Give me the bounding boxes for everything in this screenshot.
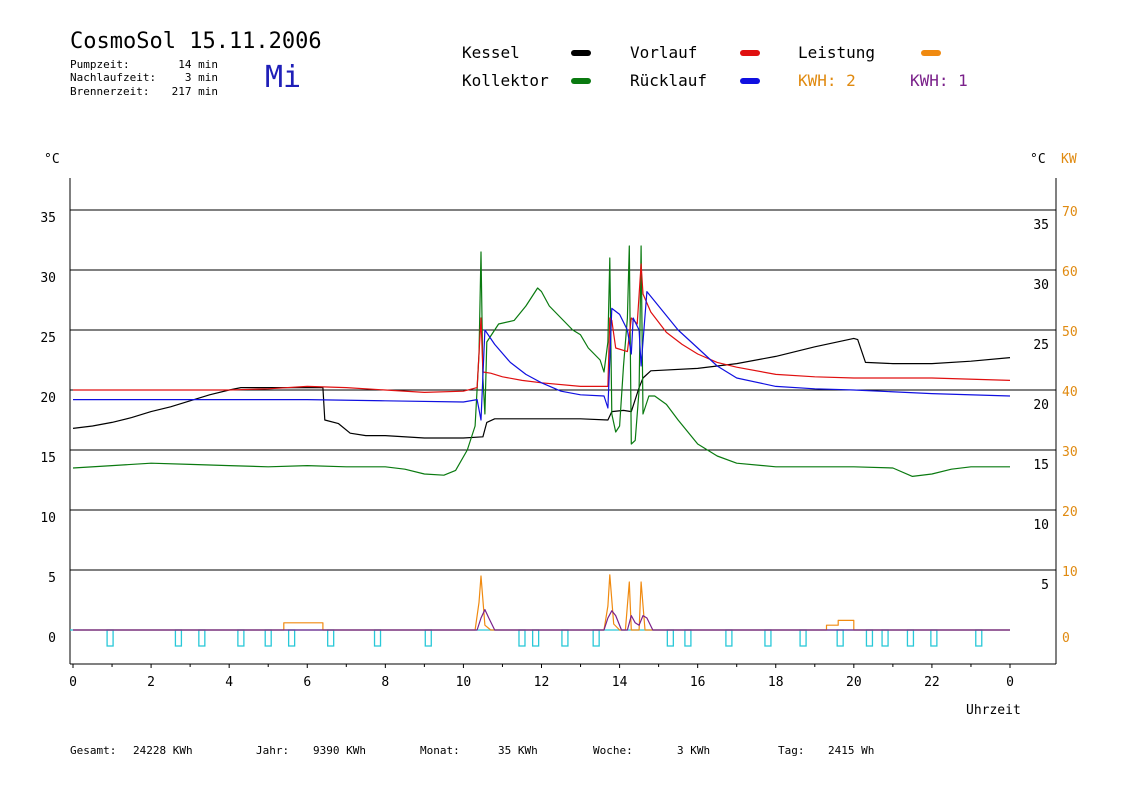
footer-value-jahr: 9390 KWh (313, 744, 366, 757)
x-tick-2: 4 (225, 675, 233, 690)
pump-cycle-11 (561, 629, 569, 647)
y-tick-right-35: 35 (1033, 218, 1049, 233)
pump-cycle-12 (592, 629, 600, 647)
y-tick-kw-50: 50 (1062, 325, 1078, 340)
footer-label-tag: Tag: (778, 744, 805, 757)
pump-cycle-23 (975, 629, 983, 647)
footer-value-tag: 2415 Wh (828, 744, 875, 757)
pump-cycle-10 (531, 629, 540, 647)
temperature-chart: °C °C KWUhrzeit051015202530355101520253035… (40, 152, 1078, 718)
pump-cycle-14 (684, 629, 692, 647)
y-tick-right-25: 25 (1033, 338, 1049, 353)
y-tick-left-15: 15 (40, 451, 56, 466)
x-tick-7: 14 (612, 675, 628, 690)
y-tick-left-20: 20 (40, 391, 56, 406)
series-ruecklauf (73, 291, 1011, 421)
x-tick-12: 0 (1006, 675, 1014, 690)
pump-cycle-21 (906, 629, 915, 647)
series-vorlauf (73, 263, 1011, 393)
x-tick-5: 10 (456, 675, 472, 690)
pump-cycle-0 (106, 629, 114, 647)
y-tick-right-5: 5 (1041, 578, 1049, 593)
x-tick-0: 0 (69, 675, 77, 690)
y-tick-kw-20: 20 (1062, 505, 1078, 520)
x-tick-8: 16 (690, 675, 706, 690)
footer-label-woche: Woche: (593, 744, 633, 757)
y-tick-kw-60: 60 (1062, 265, 1078, 280)
footer-value-woche: 3 KWh (677, 744, 711, 757)
x-tick-11: 22 (924, 675, 940, 690)
y-unit-kw: KW (1061, 152, 1077, 167)
y-tick-right-15: 15 (1033, 458, 1049, 473)
pump-cycle-17 (799, 629, 807, 647)
x-tick-4: 8 (381, 675, 389, 690)
pump-cycle-15 (725, 629, 733, 647)
pump-cycle-20 (881, 629, 889, 647)
pump-cycle-4 (264, 629, 272, 647)
pump-cycle-7 (373, 629, 382, 647)
x-tick-10: 20 (846, 675, 862, 690)
pump-cycle-16 (764, 629, 772, 647)
y-tick-left-10: 10 (40, 511, 56, 526)
y-tick-right-30: 30 (1033, 278, 1049, 293)
y-unit-left: °C (44, 152, 60, 167)
y-tick-kw-70: 70 (1062, 205, 1078, 220)
footer-value-gesamt: 24228 KWh (133, 744, 193, 757)
series-kwh1 (73, 609, 1010, 631)
pump-cycle-13 (666, 629, 674, 647)
pump-cycle-3 (237, 629, 245, 647)
footer-label-jahr: Jahr: (256, 744, 290, 757)
y-tick-kw-10: 10 (1062, 565, 1078, 580)
x-tick-3: 6 (303, 675, 311, 690)
pump-cycle-2 (198, 629, 206, 647)
y-tick-right-10: 10 (1033, 518, 1049, 533)
pump-cycle-18 (836, 629, 844, 647)
footer-label-monat: Monat: (420, 744, 460, 757)
pump-cycle-9 (518, 629, 526, 647)
series-leistung (73, 574, 1010, 631)
pump-cycle-19 (865, 629, 874, 647)
y-tick-kw-30: 30 (1062, 445, 1078, 460)
y-tick-left-25: 25 (40, 331, 56, 346)
footer-value-monat: 35 KWh (498, 744, 538, 757)
x-tick-9: 18 (768, 675, 784, 690)
series-kessel (72, 337, 1011, 439)
y-tick-left-5: 5 (48, 571, 56, 586)
x-tick-6: 12 (534, 675, 550, 690)
y-tick-left-35: 35 (40, 211, 56, 226)
footer-label-gesamt: Gesamt: (70, 744, 117, 757)
y-unit-right: °C (1030, 152, 1046, 167)
pump-cycle-1 (174, 629, 183, 647)
x-axis-label: Uhrzeit (966, 703, 1021, 718)
pump-cycle-8 (424, 629, 432, 647)
pump-cycle-22 (930, 629, 938, 647)
y-tick-kw-40: 40 (1062, 385, 1078, 400)
y-tick-right-20: 20 (1033, 398, 1049, 413)
y-tick-left-0: 0 (48, 631, 56, 646)
pump-cycle-5 (287, 629, 296, 647)
x-tick-1: 2 (147, 675, 155, 690)
pump-cycle-6 (327, 629, 335, 647)
series-kollektor (72, 245, 1010, 477)
y-tick-left-30: 30 (40, 271, 56, 286)
y-tick-kw-0: 0 (1062, 631, 1070, 646)
